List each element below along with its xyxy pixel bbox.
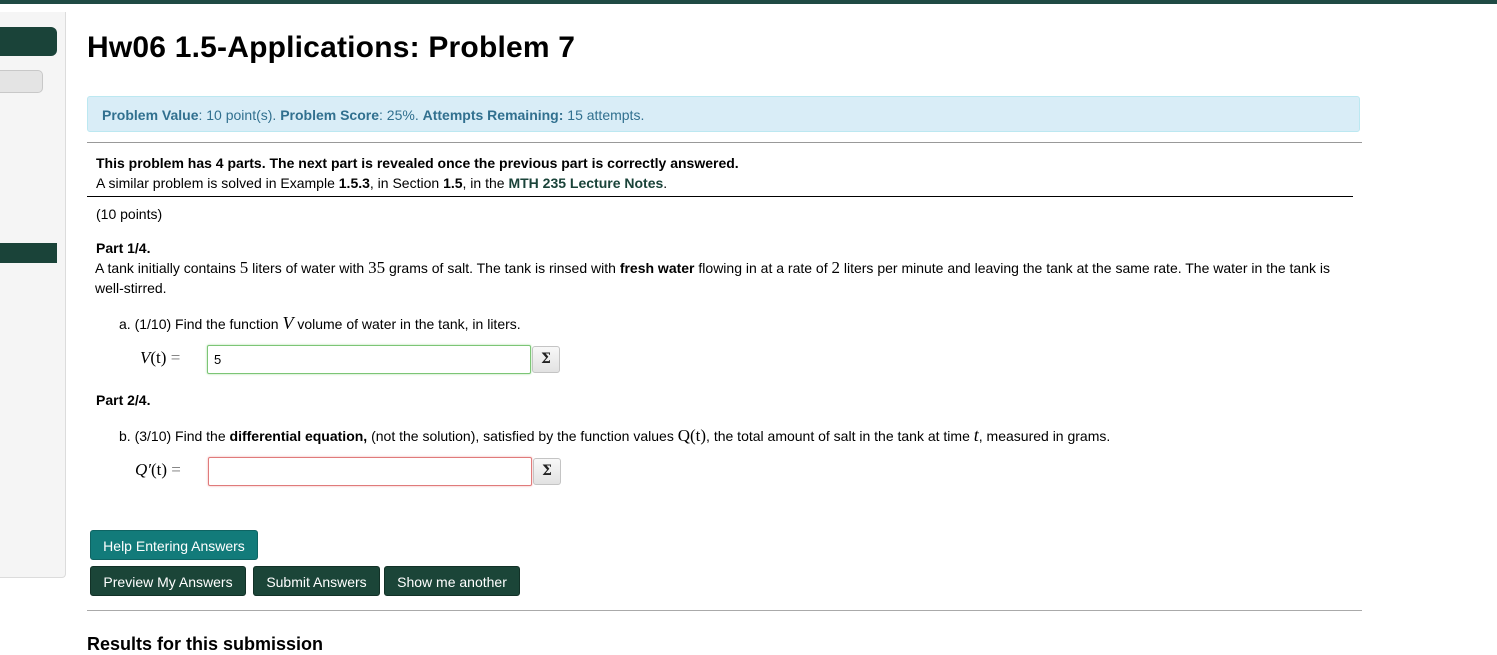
equation-editor-button[interactable]: Σ [532,346,560,373]
question-text: , the total amount of salt in the tank a… [706,428,974,444]
equation-editor-button[interactable]: Σ [533,458,561,485]
part1-description: A tank initially contains 5 liters of wa… [95,258,1345,298]
divider [87,196,1353,197]
math-number: 35 [368,258,386,277]
results-heading: Results for this submission [87,634,324,654]
answer-a-input[interactable]: 5 [207,345,531,374]
question-b: b. (3/10) Find the differential equation… [119,425,1110,446]
desc-text: flowing in at a rate of [694,260,832,276]
desc-text: liters of water with [248,260,369,276]
problem-value-text: : 10 point(s). [198,107,281,123]
answer-b-input[interactable] [208,457,532,486]
question-text: a. (1/10) Find the function [119,316,283,332]
attempts-remaining-label: Attempts Remaining: [422,107,564,123]
question-bold: differential equation, [229,428,368,444]
ref-text: A similar problem is solved in Example [96,175,339,191]
sidebar-secondary-button[interactable] [0,70,43,93]
question-text: b. (3/10) Find the [119,428,230,444]
divider [87,142,1362,143]
problem-score-label: Problem Score [280,107,380,123]
desc-text: A tank initially contains [95,260,240,276]
math-equals: = [166,348,181,367]
ref-text: , in the [462,175,509,191]
math-variable: V [282,313,294,333]
problem-score-text: : 25%. [379,107,423,123]
problem-points: (10 points) [96,206,163,222]
lecture-notes-link[interactable]: MTH 235 Lecture Notes [508,175,663,191]
preview-answers-button[interactable]: Preview My Answers [90,566,246,596]
ref-section: 1.5 [443,175,463,191]
math-number: 5 [239,258,249,277]
attempts-remaining-text: 15 attempts. [563,107,645,123]
ref-text: . [663,175,668,191]
math-arg: (t) [150,348,167,367]
math-variable: V [140,348,151,367]
part2-heading: Part 2/4. [96,392,151,408]
submit-answers-button[interactable]: Submit Answers [253,566,380,596]
math-function: Q(t) [677,426,707,445]
sidebar-nav-button[interactable] [0,27,57,56]
question-text: volume of water in the tank, in liters. [293,316,521,332]
math-arg: (t) [151,460,168,479]
page-title: Hw06 1.5-Applications: Problem 7 [87,31,576,64]
problem-info-box: Problem Value: 10 point(s). Problem Scor… [87,96,1360,132]
sidebar [0,12,66,578]
sidebar-active-item[interactable] [0,243,57,263]
intro-reference: A similar problem is solved in Example 1… [96,173,739,193]
divider [87,610,1362,611]
question-text: (not the solution), satisfied by the fun… [367,428,678,444]
part1-heading: Part 1/4. [96,240,151,256]
math-number: 2 [831,258,840,277]
intro-parts-note: This problem has 4 parts. The next part … [96,155,739,171]
math-equals: = [167,460,181,479]
help-entering-answers-button[interactable]: Help Entering Answers [90,530,258,560]
show-me-another-button[interactable]: Show me another [384,566,520,596]
ref-text: , in Section [369,175,444,191]
problem-intro: This problem has 4 parts. The next part … [96,153,739,193]
answer-b-label: Q′(t) = [135,460,181,480]
question-a: a. (1/10) Find the function V volume of … [119,313,521,334]
math-variable: Q′ [135,460,151,479]
question-text: , measured in grams. [978,428,1111,444]
problem-value-label: Problem Value [102,107,199,123]
top-accent-bar [0,0,1497,4]
desc-text: grams of salt. The tank is rinsed with [385,260,620,276]
ref-example: 1.5.3 [338,175,370,191]
desc-bold: fresh water [619,260,695,276]
answer-a-label: V(t) = [140,348,180,368]
